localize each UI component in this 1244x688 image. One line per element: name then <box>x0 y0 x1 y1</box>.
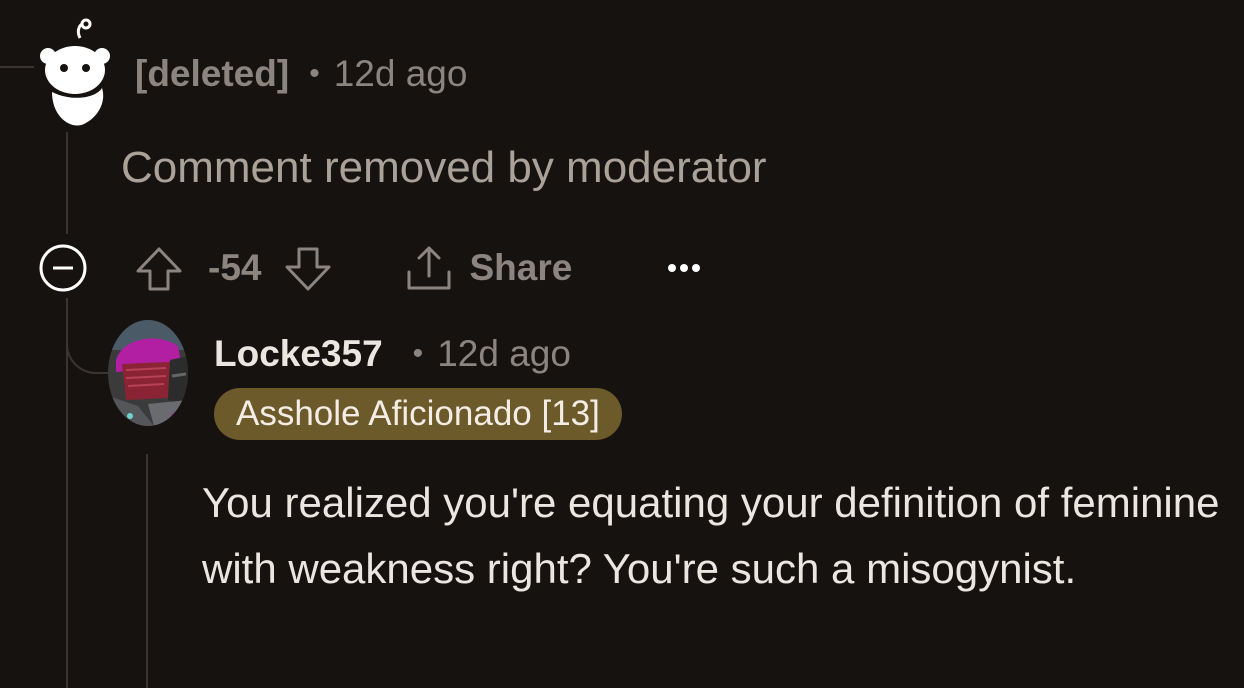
share-label: Share <box>469 247 573 288</box>
more-options-button[interactable] <box>662 248 706 288</box>
thread-line-parent-lower[interactable] <box>66 298 68 688</box>
comment-timestamp[interactable]: 12d ago <box>334 53 468 95</box>
upvote-button[interactable] <box>132 240 186 296</box>
deleted-comment-meta: [deleted] • 12d ago <box>135 50 467 98</box>
thread-line-parent-upper[interactable] <box>66 132 68 234</box>
upvote-arrow-icon <box>136 247 182 291</box>
thread-line-reply-elbow <box>66 330 110 374</box>
vote-score: -54 <box>208 247 262 288</box>
reply-meta: Locke357 • 12d ago <box>214 330 571 378</box>
collapse-thread-button[interactable] <box>38 243 88 293</box>
reddit-snoo-icon <box>40 18 110 126</box>
reply-author-avatar[interactable] <box>108 320 188 426</box>
user-flair-badge: Asshole Aficionado [13] <box>214 388 622 440</box>
downvote-arrow-icon <box>285 247 331 291</box>
reply-author-name[interactable]: Locke357 <box>214 333 383 375</box>
user-avatar-helmet <box>108 320 188 426</box>
comment-author: [deleted] <box>135 53 290 94</box>
ellipsis-icon <box>668 264 701 272</box>
meta-separator: • <box>309 57 320 90</box>
reply-body: You realized you're equating your defini… <box>202 479 1220 592</box>
comment-body-removed: Comment removed by moderator <box>121 143 767 192</box>
comment-thread: [deleted] • 12d ago Comment removed by m… <box>0 0 1244 688</box>
reply-timestamp[interactable]: 12d ago <box>437 333 571 375</box>
thread-line-top-connector <box>0 66 34 68</box>
vote-controls: -54 <box>132 240 335 296</box>
deleted-user-avatar[interactable] <box>36 18 114 130</box>
comment-action-bar: -54 Share <box>38 238 706 298</box>
minus-circle-icon <box>39 244 87 292</box>
share-button[interactable]: Share <box>403 242 572 294</box>
thread-line-reply[interactable] <box>146 454 148 688</box>
downvote-button[interactable] <box>281 240 335 296</box>
share-icon <box>407 246 451 290</box>
meta-separator: • <box>412 337 424 370</box>
